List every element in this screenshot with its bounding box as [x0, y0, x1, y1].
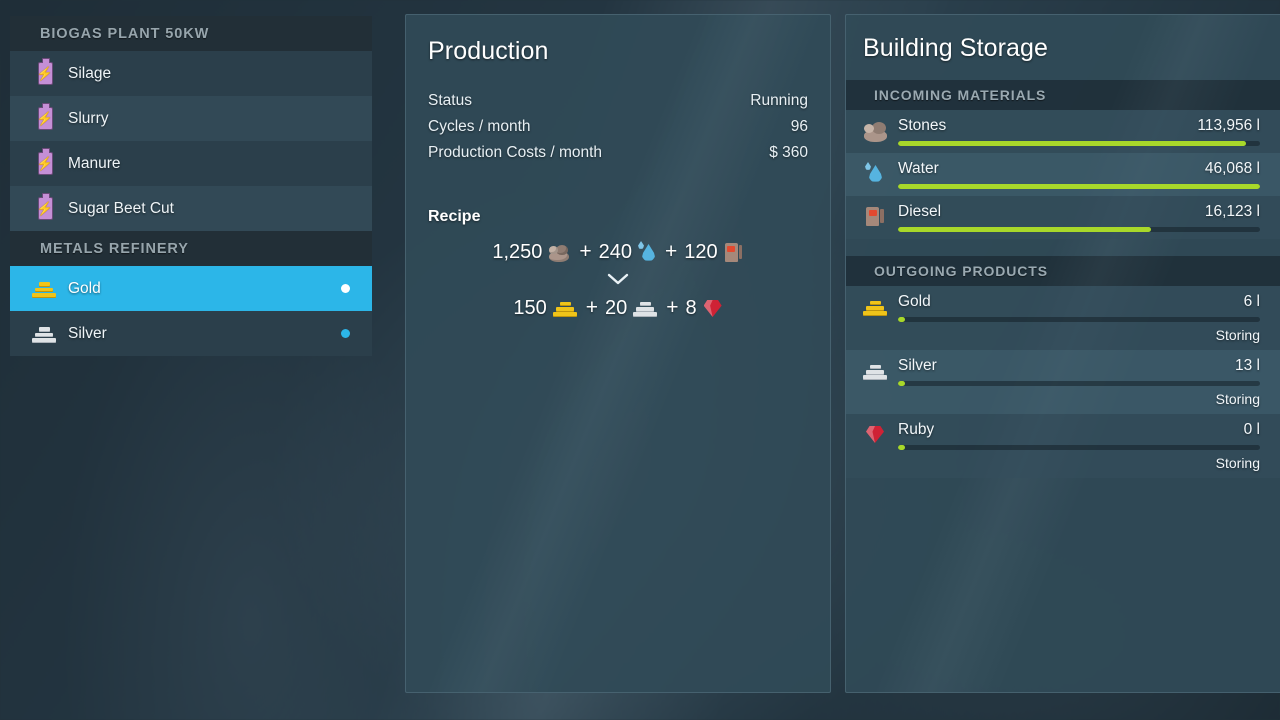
recipe-outputs: 150 + 20 + 8 — [428, 290, 808, 326]
recipe-heading: Recipe — [428, 208, 808, 226]
sidebar-item-gold[interactable]: Gold — [10, 266, 372, 311]
storage-panel-title: Building Storage — [863, 34, 1280, 63]
recipe-inputs: 1,250 + 240 + 120 — [428, 234, 808, 270]
storage-row-ruby[interactable]: Ruby 0 l Storing — [846, 414, 1280, 478]
production-row-label: Cycles / month — [428, 118, 531, 136]
ruby-gem-icon — [862, 421, 890, 449]
recipe-output-amount: 20 — [605, 297, 627, 320]
production-row-cycles: Cycles / month 96 — [428, 118, 808, 136]
production-row-label: Production Costs / month — [428, 144, 602, 162]
storage-item-status: Storing — [898, 455, 1260, 471]
status-dot-active — [341, 284, 350, 293]
storage-section-header-outgoing: OUTGOING PRODUCTS — [846, 256, 1280, 286]
sidebar-item-manure[interactable]: ⚡ Manure — [10, 141, 372, 186]
recipe-input-amount: 240 — [599, 241, 632, 264]
storage-section-header-incoming: INCOMING MATERIALS — [846, 80, 1280, 110]
storage-item-value: 0 l — [1244, 421, 1260, 439]
sidebar-item-label: Sugar Beet Cut — [68, 200, 358, 218]
stones-icon — [548, 242, 572, 262]
gold-bars-icon — [32, 276, 58, 302]
production-row-label: Status — [428, 92, 472, 110]
sidebar-group-header-biogas: BIOGAS PLANT 50KW — [10, 16, 372, 51]
silver-bars-icon — [32, 321, 58, 347]
plus-sign: + — [586, 296, 598, 320]
sidebar-item-label: Silver — [68, 325, 341, 343]
chevron-down-icon — [428, 272, 808, 286]
storage-item-status: Storing — [898, 391, 1260, 407]
sidebar-group-header-metals-refinery: METALS REFINERY — [10, 231, 372, 266]
storage-item-name: Water — [898, 160, 939, 178]
storage-item-status: Storing — [898, 327, 1260, 343]
gold-bars-icon — [553, 299, 579, 317]
plus-sign: + — [665, 240, 677, 264]
production-row-value: Running — [750, 92, 808, 110]
ruby-gem-icon — [703, 298, 723, 318]
storage-fill-bar — [898, 317, 1260, 322]
battery-icon: ⚡ — [32, 151, 58, 177]
storage-fill-bar — [898, 227, 1260, 232]
storage-row-diesel[interactable]: Diesel 16,123 l — [846, 196, 1280, 239]
storage-fill-bar — [898, 184, 1260, 189]
recipe-output-amount: 150 — [513, 297, 546, 320]
sidebar-item-label: Silage — [68, 65, 358, 83]
sidebar-item-slurry[interactable]: ⚡ Slurry — [10, 96, 372, 141]
production-row-costs: Production Costs / month $ 360 — [428, 144, 808, 162]
battery-icon: ⚡ — [32, 196, 58, 222]
storage-item-name: Stones — [898, 117, 946, 135]
sidebar-item-silage[interactable]: ⚡ Silage — [10, 51, 372, 96]
recipe-input-amount: 120 — [684, 241, 717, 264]
production-row-value: 96 — [791, 118, 808, 136]
sidebar-item-label: Manure — [68, 155, 358, 173]
recipe-input-amount: 1,250 — [492, 241, 542, 264]
storage-item-value: 6 l — [1244, 293, 1260, 311]
storage-fill-bar — [898, 381, 1260, 386]
building-storage-panel: Building Storage INCOMING MATERIALS Ston… — [845, 14, 1280, 693]
storage-item-name: Ruby — [898, 421, 934, 439]
silver-bars-icon — [862, 357, 890, 385]
gold-bars-icon — [862, 293, 890, 321]
battery-icon: ⚡ — [32, 106, 58, 132]
water-drop-icon — [638, 241, 658, 263]
status-dot-active — [341, 329, 350, 338]
storage-item-name: Diesel — [898, 203, 941, 221]
storage-fill-bar — [898, 445, 1260, 450]
sidebar-item-silver[interactable]: Silver — [10, 311, 372, 356]
storage-item-value: 46,068 l — [1205, 160, 1260, 178]
storage-row-water[interactable]: Water 46,068 l — [846, 153, 1280, 196]
storage-row-silver[interactable]: Silver 13 l Storing — [846, 350, 1280, 414]
storage-item-name: Gold — [898, 293, 931, 311]
production-row-value: $ 360 — [769, 144, 808, 162]
water-drop-icon — [862, 160, 890, 188]
diesel-pump-icon — [724, 241, 744, 263]
storage-item-value: 113,956 l — [1197, 117, 1260, 135]
production-list-sidebar: BIOGAS PLANT 50KW ⚡ Silage ⚡ Slurry ⚡ Ma… — [10, 16, 372, 356]
stones-icon — [862, 117, 890, 145]
storage-row-gold[interactable]: Gold 6 l Storing — [846, 286, 1280, 350]
storage-item-value: 16,123 l — [1205, 203, 1260, 221]
sidebar-item-label: Gold — [68, 280, 341, 298]
production-panel: Production Status Running Cycles / month… — [405, 14, 831, 693]
silver-bars-icon — [633, 299, 659, 317]
storage-item-value: 13 l — [1235, 357, 1260, 375]
recipe-output-amount: 8 — [686, 297, 697, 320]
storage-row-stones[interactable]: Stones 113,956 l — [846, 110, 1280, 153]
sidebar-item-label: Slurry — [68, 110, 358, 128]
production-row-status: Status Running — [428, 92, 808, 110]
storage-fill-bar — [898, 141, 1260, 146]
sidebar-item-sugar-beet-cut[interactable]: ⚡ Sugar Beet Cut — [10, 186, 372, 231]
storage-item-name: Silver — [898, 357, 937, 375]
battery-icon: ⚡ — [32, 61, 58, 87]
diesel-pump-icon — [862, 203, 890, 231]
plus-sign: + — [666, 296, 678, 320]
plus-sign: + — [579, 240, 591, 264]
production-panel-title: Production — [428, 37, 808, 66]
